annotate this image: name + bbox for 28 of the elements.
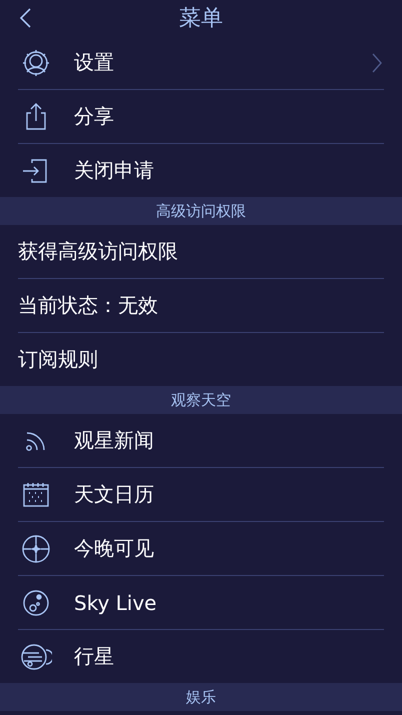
- menu-label: 观星新闻: [74, 427, 155, 454]
- menu-item[interactable]: 分享: [18, 90, 384, 144]
- menu-label: 关闭申请: [74, 157, 155, 184]
- menu-label: 天文日历: [74, 481, 155, 508]
- menu-item[interactable]: 设置: [18, 36, 384, 90]
- section-header: 娱乐: [0, 683, 402, 711]
- menu-item[interactable]: 关闭申请: [18, 144, 384, 197]
- crosshair-icon: [20, 532, 52, 564]
- page-title: 菜单: [179, 5, 223, 33]
- menu-item[interactable]: 行星: [18, 630, 384, 683]
- menu-label: 设置: [74, 49, 115, 76]
- menu-item[interactable]: 天文日历: [18, 468, 384, 522]
- section-header: 观察天空: [0, 386, 402, 414]
- menu-label: 获得高级访问权限: [18, 238, 179, 265]
- menu-item[interactable]: 当前状态：无效: [18, 279, 384, 333]
- menu-item[interactable]: Sky Live: [18, 576, 384, 630]
- section-header: 高级访问权限: [0, 197, 402, 225]
- menu-label: 分享: [74, 103, 115, 130]
- menu-label: 当前状态：无效: [18, 292, 159, 319]
- menu-item[interactable]: 观星新闻: [18, 414, 384, 468]
- menu-label: 行星: [74, 643, 115, 670]
- menu-label: 订阅规则: [18, 346, 99, 373]
- chevron-icon: [372, 52, 382, 72]
- menu-item[interactable]: 今晚可见: [18, 522, 384, 576]
- menu-label: Sky Live: [74, 590, 158, 614]
- menu-item[interactable]: 订阅规则: [18, 333, 384, 386]
- menu-item[interactable]: 获得高级访问权限: [18, 225, 384, 279]
- menu-label: 今晚可见: [74, 535, 155, 562]
